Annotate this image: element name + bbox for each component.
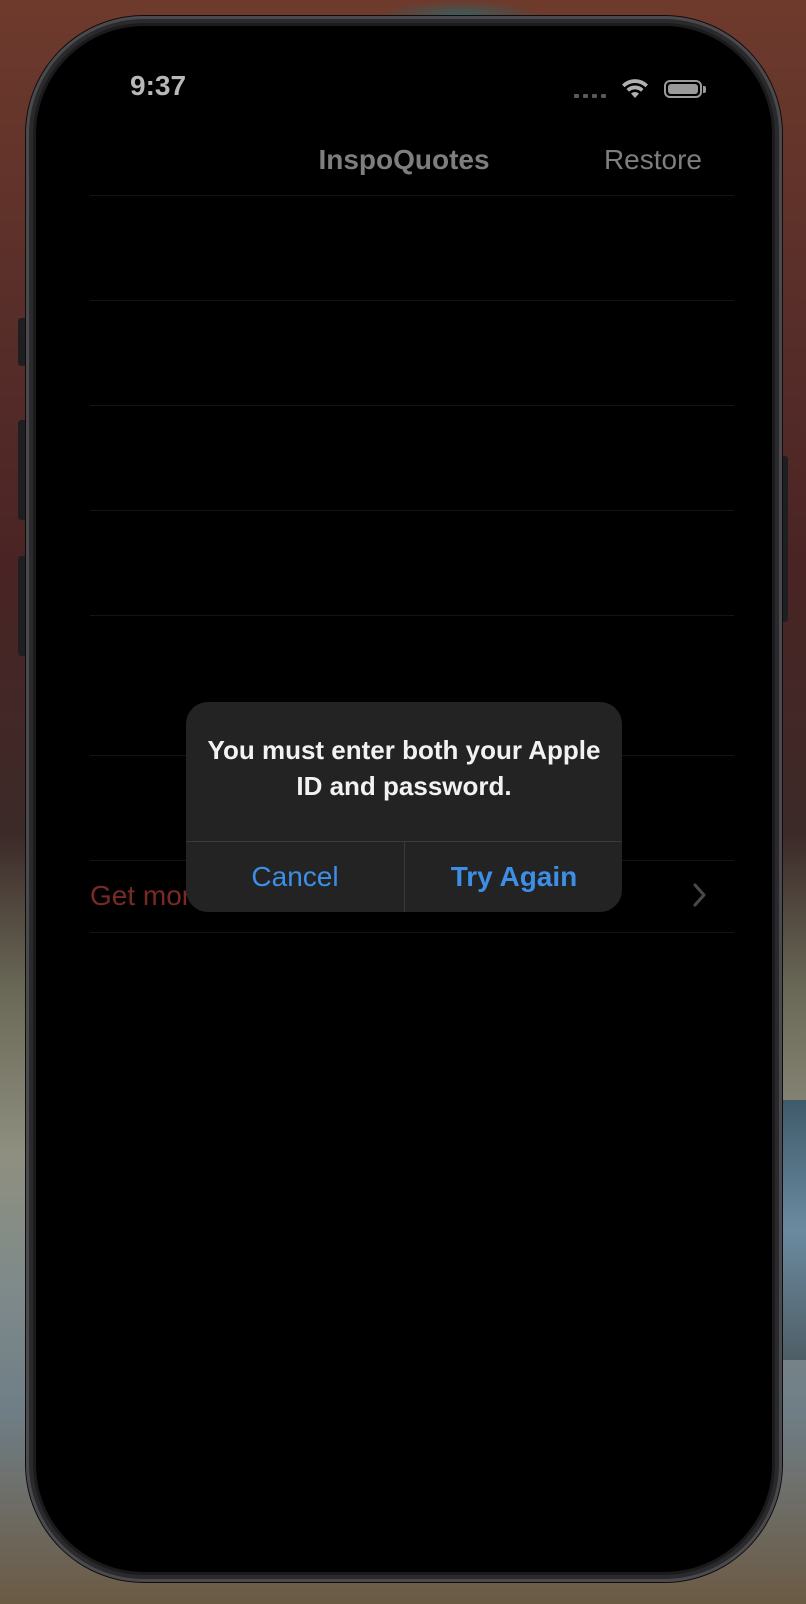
try-again-button[interactable]: Try Again [405, 842, 622, 912]
chevron-right-icon [693, 883, 706, 907]
battery-icon [664, 80, 706, 98]
cellular-signal-icon [574, 80, 606, 98]
wifi-icon [622, 79, 648, 98]
alert-message: You must enter both your Apple ID and pa… [207, 735, 601, 801]
phone-screen: 9:37 InspoQuotes Restore Get mor You mus… [36, 26, 772, 1572]
list-separator [90, 195, 734, 196]
list-separator [90, 615, 734, 616]
get-more-row-label[interactable]: Get mor [90, 880, 191, 912]
alert-dialog: You must enter both your Apple ID and pa… [186, 702, 622, 912]
status-icons [574, 78, 706, 100]
list-separator [90, 932, 734, 933]
list-separator [90, 405, 734, 406]
list-separator [90, 300, 734, 301]
status-time: 9:37 [130, 70, 187, 101]
list-separator [90, 510, 734, 511]
cancel-button[interactable]: Cancel [186, 842, 404, 912]
restore-button[interactable]: Restore [604, 144, 702, 176]
